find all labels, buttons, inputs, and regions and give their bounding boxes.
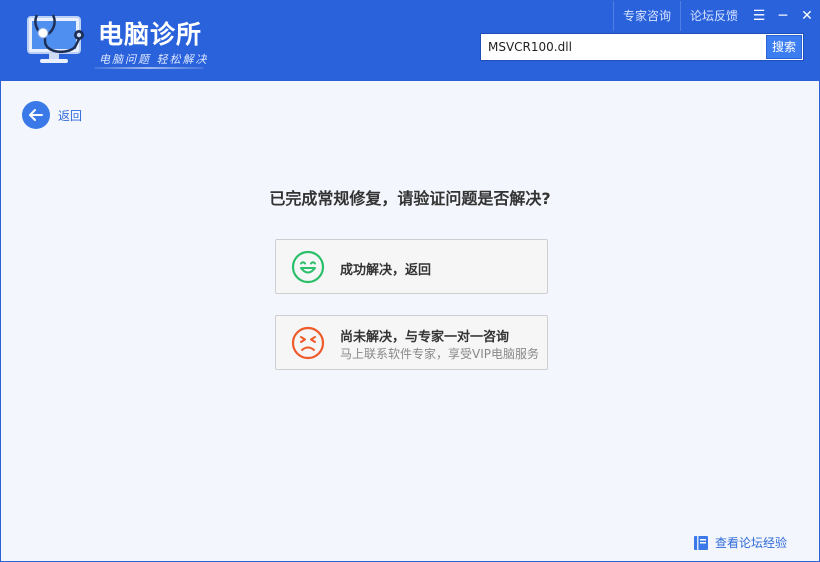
monitor-stethoscope-logo-icon (27, 14, 84, 63)
minimize-icon[interactable]: ─ (771, 1, 795, 31)
forum-feedback-link[interactable]: 论坛反馈 (679, 1, 747, 31)
unsolved-option-button[interactable]: 尚未解决，与专家一对一咨询 马上联系软件专家，享受VIP电脑服务 (275, 315, 548, 370)
app-title: 电脑诊所 (98, 20, 203, 49)
solved-option-button[interactable]: 成功解决，返回 (275, 239, 548, 294)
slogan-underline (94, 67, 204, 69)
back-arrow-icon (22, 101, 50, 129)
app-window: 电脑诊所 电脑问题 轻松解决 专家咨询 论坛反馈 ☰ ─ ✕ 搜索 返回 已完成… (0, 0, 820, 562)
search-box: 搜索 (480, 33, 804, 61)
forum-link-label: 查看论坛经验 (715, 536, 788, 550)
app-slogan: 电脑问题 轻松解决 (99, 53, 209, 66)
search-input[interactable] (481, 34, 765, 60)
verification-question: 已完成常规修复，请验证问题是否解决? (269, 189, 551, 208)
menu-icon[interactable]: ☰ (747, 1, 771, 31)
unsolved-option-title: 尚未解决，与专家一对一咨询 (340, 330, 510, 345)
header-bar: 电脑诊所 电脑问题 轻松解决 专家咨询 论坛反馈 ☰ ─ ✕ 搜索 (1, 1, 819, 81)
close-icon[interactable]: ✕ (795, 1, 819, 31)
expert-consult-link[interactable]: 专家咨询 (612, 1, 680, 31)
view-forum-experience-link[interactable]: 查看论坛经验 (693, 534, 787, 551)
smile-icon (291, 250, 325, 284)
back-label: 返回 (58, 108, 83, 123)
frown-icon (291, 326, 325, 360)
unsolved-option-subtitle: 马上联系软件专家，享受VIP电脑服务 (340, 347, 539, 361)
top-links: 专家咨询 论坛反馈 ☰ ─ ✕ (612, 1, 819, 31)
solved-option-title: 成功解决，返回 (340, 263, 432, 278)
book-icon (694, 535, 708, 550)
search-button[interactable]: 搜索 (766, 35, 802, 59)
back-button[interactable]: 返回 (22, 101, 82, 129)
